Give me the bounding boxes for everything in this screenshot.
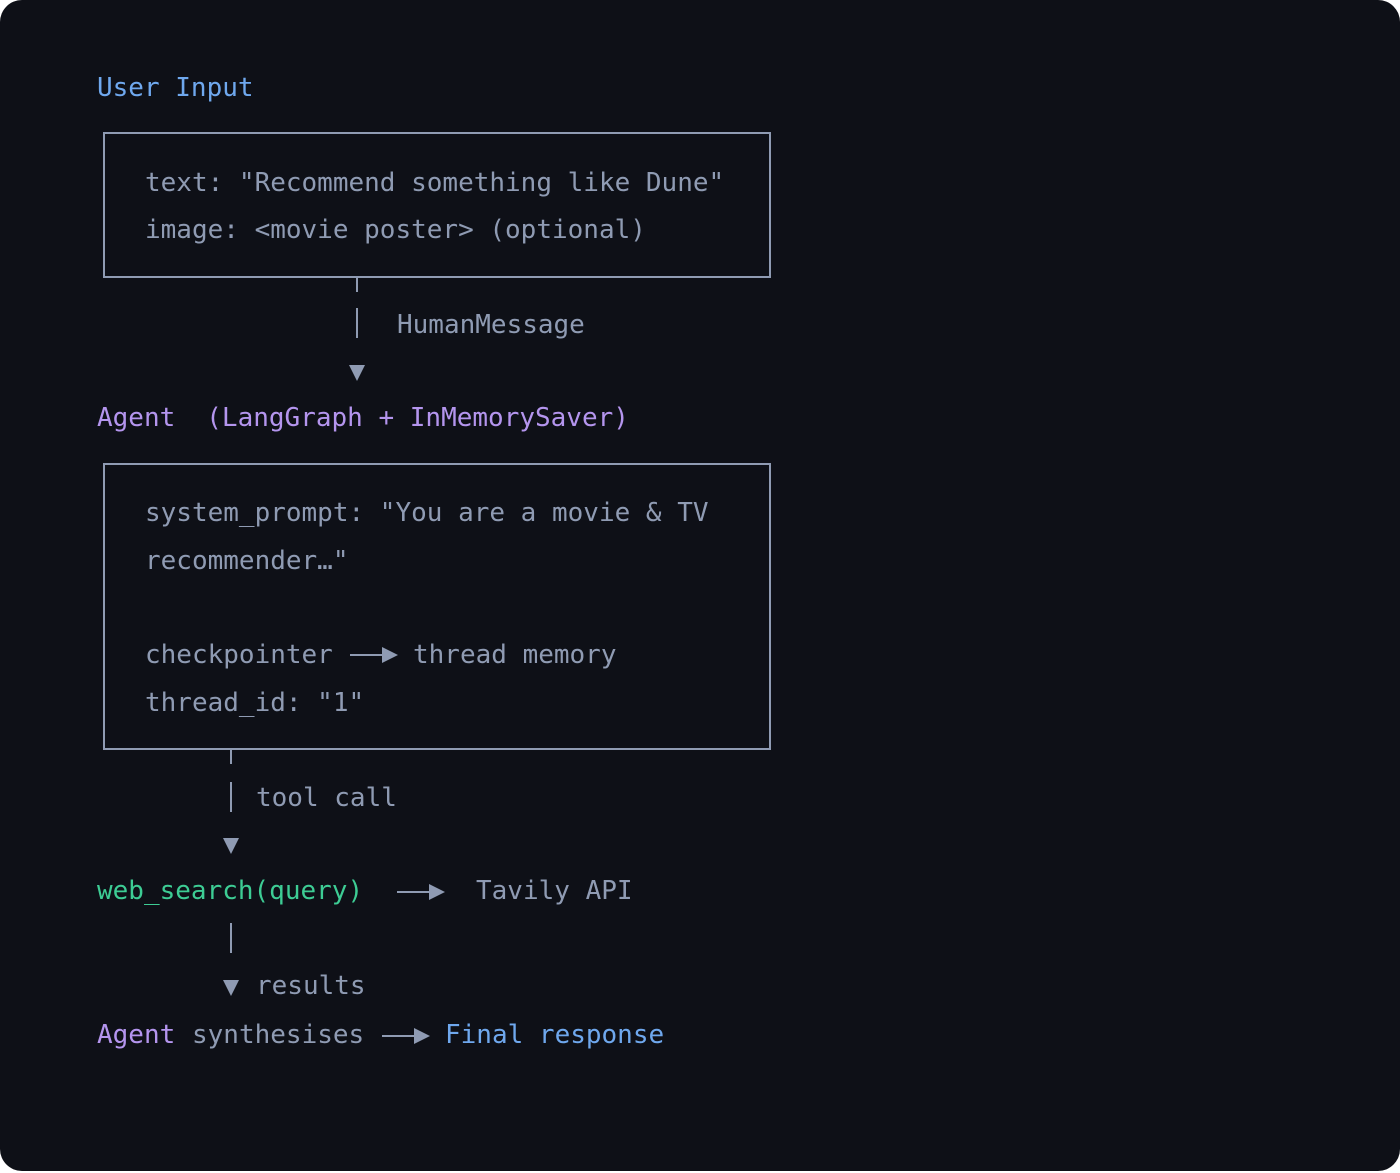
human-message-label: HumanMessage (397, 310, 585, 340)
thread-id-line: thread_id: "1" (145, 688, 365, 718)
checkpointer-label: checkpointer (145, 640, 333, 670)
user-input-box (103, 132, 771, 278)
arrow-down-icon (223, 838, 239, 854)
tool-call-connector (230, 782, 232, 812)
human-message-connector (356, 308, 358, 338)
agent-box-tick (230, 748, 232, 764)
agent-title-name: Agent (97, 403, 176, 433)
synthesises-label: synthesises (192, 1020, 365, 1050)
user-input-text-line: text: "Recommend something like Dune" (145, 168, 725, 198)
user-input-title: User Input (97, 73, 254, 103)
arrow-down-icon (223, 980, 239, 996)
agent-title: Agent (LangGraph + InMemorySaver) (97, 403, 629, 433)
system-prompt-line: system_prompt: "You are a movie & TV (145, 498, 709, 528)
final-arrow-line (382, 1035, 416, 1037)
arrow-down-icon (349, 365, 365, 381)
tool-call-label: tool call (256, 783, 397, 813)
final-agent-label: Agent (97, 1020, 176, 1050)
results-connector (230, 923, 232, 953)
agent-title-detail: (LangGraph + InMemorySaver) (206, 403, 629, 433)
arrow-right-icon (414, 1028, 430, 1044)
user-input-image-line: image: <movie poster> (optional) (145, 215, 646, 245)
web-search-call: web_search(query) (97, 876, 364, 906)
arrow-right-icon (429, 884, 445, 900)
system-prompt-continuation: recommender…" (145, 546, 349, 576)
thread-memory-label: thread memory (413, 640, 617, 670)
checkpointer-arrow-line (350, 654, 384, 656)
diagram-canvas: User Input text: "Recommend something li… (0, 0, 1400, 1171)
arrow-right-icon (382, 647, 398, 663)
results-label: results (256, 971, 366, 1001)
user-input-box-tick (356, 276, 358, 292)
final-response-label: Final response (445, 1020, 665, 1050)
tavily-api-label: Tavily API (476, 876, 633, 906)
web-search-arrow-line (397, 891, 431, 893)
